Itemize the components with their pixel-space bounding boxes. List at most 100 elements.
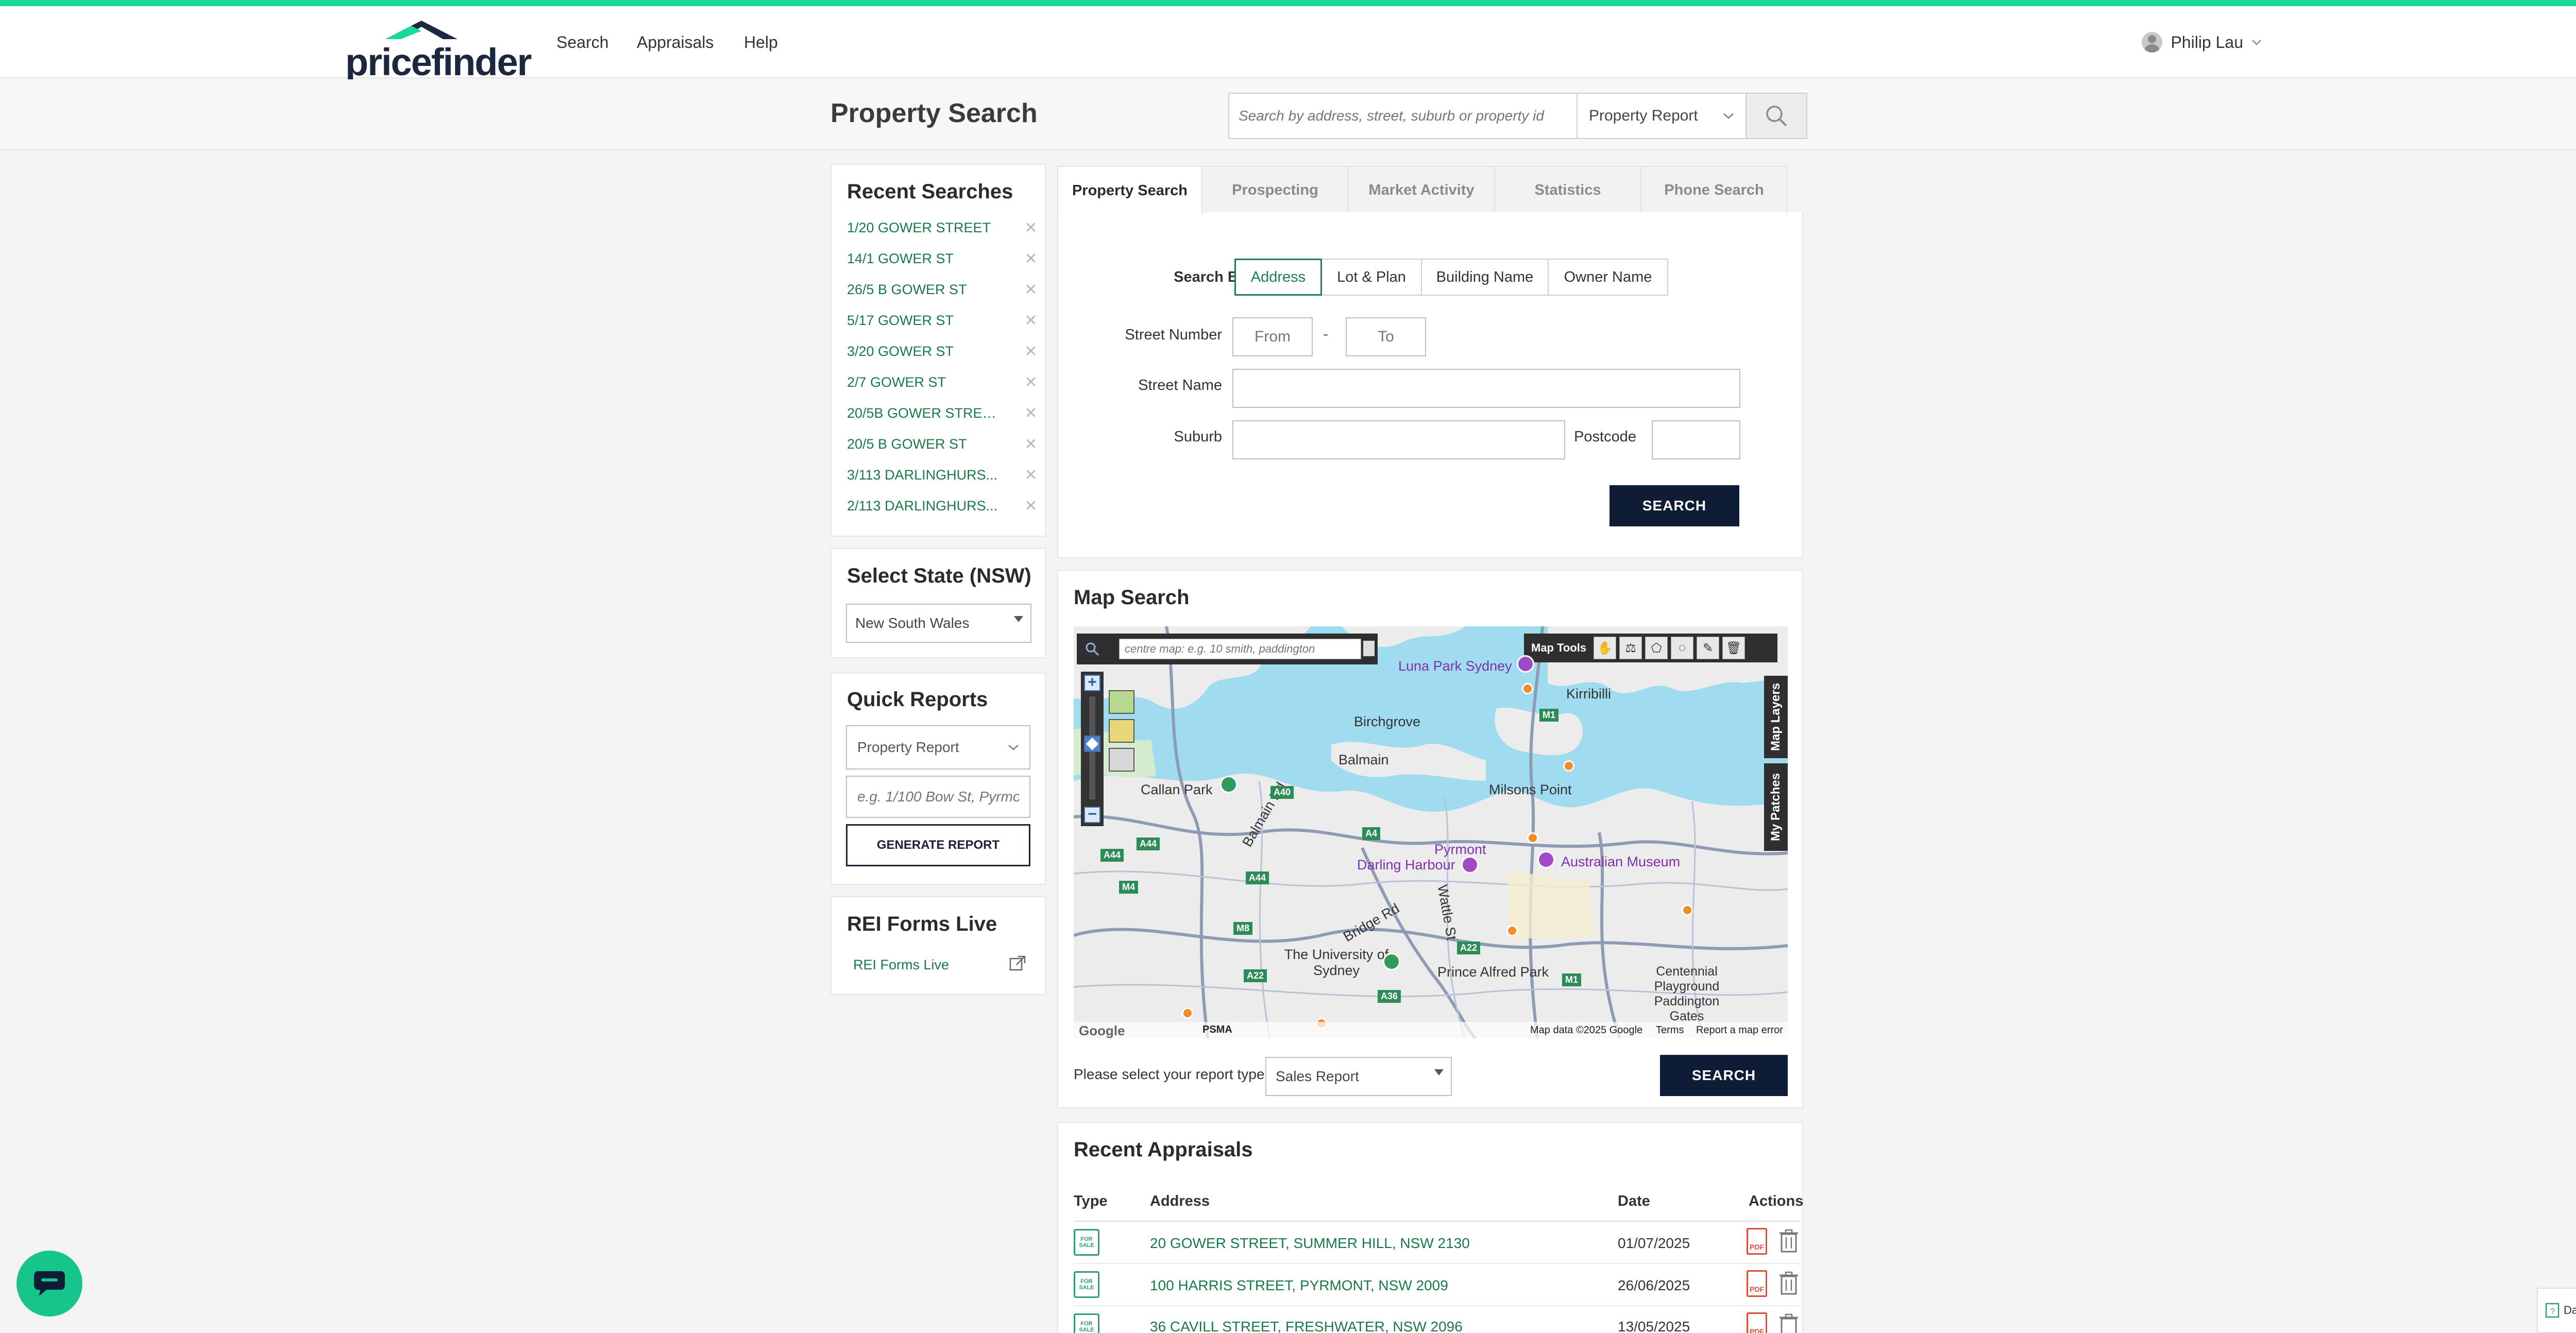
- map-layers-tab[interactable]: Map Layers: [1764, 676, 1788, 758]
- zoom-search-icon[interactable]: [1084, 641, 1100, 657]
- zoom-handle-icon[interactable]: ◆: [1084, 736, 1100, 752]
- map-terms-link[interactable]: Terms: [1656, 1024, 1684, 1036]
- pdf-icon[interactable]: PDF: [1747, 1312, 1767, 1333]
- close-icon[interactable]: ✕: [1023, 373, 1039, 391]
- col-date[interactable]: Date: [1618, 1193, 1650, 1210]
- poi-pin-icon[interactable]: [1506, 925, 1518, 936]
- place-pin-icon[interactable]: [1517, 655, 1534, 673]
- user-menu[interactable]: Philip Lau: [2142, 6, 2262, 78]
- external-link-icon[interactable]: [1009, 955, 1026, 972]
- close-icon[interactable]: ✕: [1023, 404, 1039, 422]
- street-number-from-input[interactable]: [1232, 317, 1313, 356]
- close-icon[interactable]: ✕: [1023, 250, 1039, 268]
- state-select[interactable]: New South Wales: [846, 604, 1031, 643]
- tab-market-activity[interactable]: Market Activity: [1348, 166, 1495, 213]
- nav-appraisals[interactable]: Appraisals: [637, 6, 714, 78]
- search-by-address[interactable]: Address: [1234, 259, 1322, 296]
- place-pin-icon[interactable]: [1461, 856, 1479, 874]
- search-input[interactable]: [1228, 93, 1577, 139]
- street-number-to-input[interactable]: [1346, 317, 1426, 356]
- road-badge: M1: [1539, 709, 1559, 722]
- trash-icon[interactable]: [1780, 1229, 1798, 1254]
- poi-pin-icon[interactable]: [1682, 904, 1693, 916]
- map-search-toolbar: [1077, 634, 1378, 664]
- recent-search-item[interactable]: 14/1 GOWER ST ✕: [847, 243, 1039, 274]
- quick-report-type-select[interactable]: Property Report: [846, 725, 1030, 770]
- generate-report-button[interactable]: GENERATE REPORT: [846, 824, 1030, 866]
- nav-help[interactable]: Help: [744, 6, 778, 78]
- hybrid-layer-icon[interactable]: [1109, 748, 1134, 772]
- poi-pin-icon[interactable]: [1527, 832, 1538, 844]
- pdf-icon[interactable]: PDF: [1747, 1270, 1767, 1297]
- recent-search-item[interactable]: 3/20 GOWER ST ✕: [847, 336, 1039, 367]
- appraisal-address-link[interactable]: 20 GOWER STREET, SUMMER HILL, NSW 2130: [1150, 1235, 1470, 1252]
- rei-forms-link[interactable]: REI Forms Live: [853, 957, 949, 973]
- pdf-icon[interactable]: PDF: [1747, 1228, 1767, 1255]
- close-icon[interactable]: ✕: [1023, 312, 1039, 330]
- satellite-layer-icon[interactable]: [1109, 690, 1134, 714]
- poi-pin-icon[interactable]: [1182, 1007, 1193, 1019]
- close-icon[interactable]: ✕: [1023, 219, 1039, 237]
- map-report-type-select[interactable]: Sales Report: [1265, 1057, 1452, 1096]
- trash-icon[interactable]: [1780, 1271, 1798, 1296]
- col-address[interactable]: Address: [1150, 1193, 1210, 1210]
- pan-hand-icon[interactable]: ✋: [1594, 637, 1617, 659]
- tab-prospecting[interactable]: Prospecting: [1201, 166, 1349, 213]
- trash-icon[interactable]: 🗑: [1722, 637, 1745, 659]
- suburb-input[interactable]: [1232, 420, 1565, 459]
- centre-map-input[interactable]: [1119, 639, 1361, 659]
- zoom-in-icon[interactable]: +: [1084, 675, 1100, 691]
- nav-search[interactable]: Search: [556, 6, 608, 78]
- radius-icon[interactable]: ◌: [1671, 637, 1694, 659]
- recent-search-item[interactable]: 3/113 DARLINGHURS... ✕: [847, 459, 1039, 490]
- recent-search-item[interactable]: 2/113 DARLINGHURS... ✕: [847, 490, 1039, 521]
- report-map-error-link[interactable]: Report a map error: [1696, 1024, 1783, 1036]
- recent-search-item[interactable]: 1/20 GOWER STREET ✕: [847, 212, 1039, 243]
- search-button[interactable]: [1747, 93, 1807, 139]
- close-icon[interactable]: ✕: [1023, 435, 1039, 453]
- search-by-owner-name[interactable]: Owner Name: [1548, 259, 1668, 296]
- street-layer-icon[interactable]: [1109, 719, 1134, 743]
- close-icon[interactable]: ✕: [1023, 343, 1039, 361]
- centre-map-go-button[interactable]: [1363, 641, 1375, 656]
- map-search-button[interactable]: SEARCH: [1660, 1055, 1788, 1096]
- col-type[interactable]: Type: [1074, 1193, 1108, 1210]
- appraisal-address-link[interactable]: 100 HARRIS STREET, PYRMONT, NSW 2009: [1150, 1277, 1448, 1294]
- chat-button[interactable]: [16, 1251, 82, 1317]
- pencil-icon[interactable]: ✎: [1697, 637, 1720, 659]
- map-view[interactable]: Map Tools ✋ ⚖ ⬠ ◌ ✎ 🗑 + ◆ − Map Layers M…: [1074, 626, 1788, 1038]
- appraisal-address-link[interactable]: 36 CAVILL STREET, FRESHWATER, NSW 2096: [1150, 1319, 1463, 1333]
- search-type-select[interactable]: Property Report: [1577, 93, 1747, 139]
- tab-property-search[interactable]: Property Search: [1057, 166, 1202, 214]
- pricefinder-logo[interactable]: pricefinder: [345, 15, 532, 83]
- street-name-input[interactable]: [1232, 369, 1740, 408]
- park-pin-icon[interactable]: [1383, 953, 1400, 970]
- trash-icon[interactable]: [1780, 1313, 1798, 1333]
- my-patches-tab[interactable]: My Patches: [1764, 763, 1788, 851]
- quick-report-address-input[interactable]: [846, 776, 1030, 818]
- search-by-building-name[interactable]: Building Name: [1421, 259, 1549, 296]
- recent-search-item[interactable]: 26/5 B GOWER ST ✕: [847, 274, 1039, 305]
- tab-phone-search[interactable]: Phone Search: [1640, 166, 1788, 213]
- poi-pin-icon[interactable]: [1563, 760, 1574, 772]
- recent-search-item[interactable]: 5/17 GOWER ST ✕: [847, 305, 1039, 336]
- poi-pin-icon[interactable]: [1522, 683, 1533, 694]
- postcode-input[interactable]: [1652, 420, 1740, 459]
- zoom-out-icon[interactable]: −: [1084, 807, 1100, 823]
- close-icon[interactable]: ✕: [1023, 281, 1039, 299]
- map-search-title: Map Search: [1074, 586, 1190, 609]
- tab-statistics[interactable]: Statistics: [1494, 166, 1641, 213]
- road-badge: A44: [1246, 871, 1269, 884]
- recent-search-item[interactable]: 2/7 GOWER ST ✕: [847, 367, 1039, 398]
- search-by-lot-plan[interactable]: Lot & Plan: [1321, 259, 1422, 296]
- recent-search-item[interactable]: 20/5B GOWER STREE... ✕: [847, 398, 1039, 429]
- polygon-icon[interactable]: ⬠: [1645, 637, 1668, 659]
- recent-search-item[interactable]: 20/5 B GOWER ST ✕: [847, 429, 1039, 459]
- place-pin-icon[interactable]: [1537, 851, 1555, 868]
- close-icon[interactable]: ✕: [1023, 497, 1039, 515]
- close-icon[interactable]: ✕: [1023, 466, 1039, 484]
- measure-icon[interactable]: ⚖: [1619, 637, 1642, 659]
- data-update-widget[interactable]: ? Data Update: [2537, 1288, 2576, 1333]
- property-search-button[interactable]: SEARCH: [1609, 485, 1739, 526]
- park-pin-icon[interactable]: [1220, 776, 1238, 793]
